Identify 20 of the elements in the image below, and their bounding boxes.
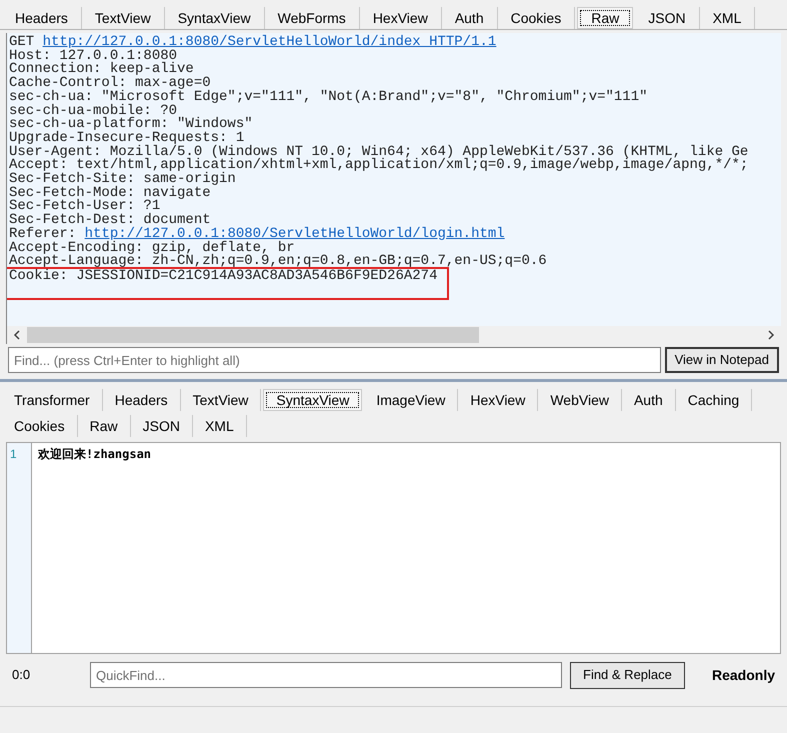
horizontal-scrollbar[interactable] xyxy=(7,326,781,344)
tab[interactable]: Raw xyxy=(577,7,634,29)
find-field[interactable]: Find... (press Ctrl+Enter to highlight all) xyxy=(8,347,661,373)
request-line: Referer: http://127.0.0.1:8080/ServletHelloWorld/login.html xyxy=(9,226,505,242)
highlighted-request-line: Cookie: JSESSIONID=C21C914A93AC8AD3A546B6F9ED26A274 xyxy=(7,268,448,298)
find-replace-button[interactable]: Find & Replace xyxy=(570,662,685,688)
tab[interactable]: SyntaxView xyxy=(263,389,362,411)
link[interactable]: http://127.0.0.1:8080/ServletHelloWorld/index HTTP/1.1 xyxy=(42,34,496,50)
link[interactable]: http://127.0.0.1:8080/ServletHelloWorld/login.html xyxy=(84,226,505,242)
request-line: sec-ch-ua: "Microsoft Edge";v="111", "Not(A:Brand";v="8", "Chromium";v="111" xyxy=(9,88,648,105)
readonly-label: Readonly xyxy=(712,666,775,685)
scrollbar-thumb[interactable] xyxy=(27,327,479,343)
quickfind-field[interactable]: QuickFind... xyxy=(90,662,562,688)
code-line: 欢迎回来!zhangsan xyxy=(38,446,152,462)
line-number: 1 xyxy=(9,446,18,462)
request-line: Accept-Language: zh-CN,zh;q=0.9,en;q=0.8,en-GB;q=0.7,en-US;q=0.6 xyxy=(9,253,547,270)
cursor-position: 0:0 xyxy=(12,666,32,684)
request-line: GET http://127.0.0.1:8080/ServletHelloWorld/index HTTP/1.1 xyxy=(9,34,496,50)
request-line: Upgrade-Insecure-Requests: 1 xyxy=(9,130,244,146)
view-in-notepad-button[interactable]: View in Notepad xyxy=(664,347,779,373)
